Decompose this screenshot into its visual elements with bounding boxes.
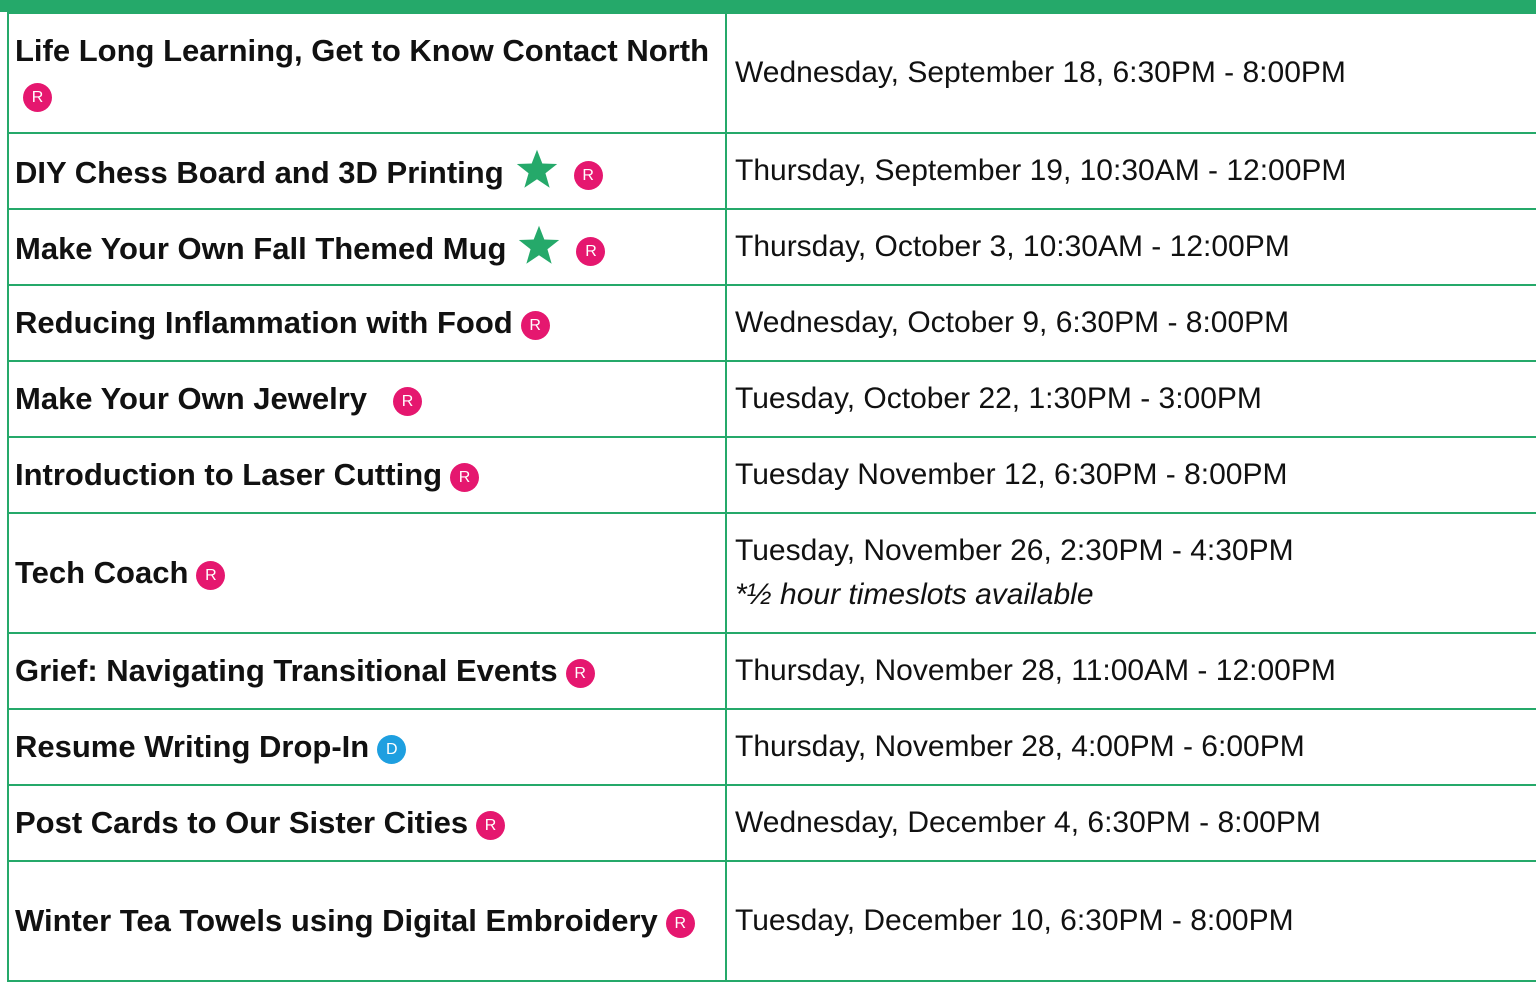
program-date-cell: Tuesday November 12, 6:30PM - 8:00PM — [725, 436, 1536, 514]
registration-badge: R — [393, 387, 423, 416]
program-title-cell: Post Cards to Our Sister Cities R — [7, 784, 727, 862]
program-date-cell: Tuesday, November 26, 2:30PM - 4:30PM *½ … — [725, 512, 1536, 634]
table-row: Reducing Inflammation with Food R Wednesd… — [7, 284, 1536, 362]
program-date-cell: Wednesday, September 18, 6:30PM - 8:00PM — [725, 12, 1536, 134]
registration-badge: R — [565, 659, 595, 688]
registration-badge: R — [573, 161, 603, 190]
registration-badge: R — [520, 311, 550, 340]
table-row: Resume Writing Drop-In D Thursday, Novemb… — [7, 708, 1536, 786]
program-title-cell: Make Your Own Fall Themed Mug R — [7, 208, 727, 286]
table-row: Post Cards to Our Sister Cities R Wednesd… — [7, 784, 1536, 862]
program-date: Tuesday, December 10, 6:30PM - 8:00PM — [735, 904, 1294, 937]
program-title-cell: Tech Coach R — [7, 512, 727, 634]
program-title-cell: Grief: Navigating Transitional Events R — [7, 632, 727, 710]
program-title-cell: Winter Tea Towels using Digital Embroide… — [7, 860, 727, 982]
program-date-cell: Thursday, October 3, 10:30AM - 12:00PM — [725, 208, 1536, 286]
program-date: Thursday, November 28, 11:00AM - 12:00PM — [735, 654, 1336, 687]
registration-badge: R — [665, 909, 695, 938]
table-row: DIY Chess Board and 3D Printing R Thursda… — [7, 132, 1536, 210]
program-date: Tuesday, November 26, 2:30PM - 4:30PM — [735, 534, 1294, 567]
header-bar — [0, 0, 1536, 12]
table-row: Introduction to Laser Cutting R Tuesday N… — [7, 436, 1536, 514]
program-date: Thursday, October 3, 10:30AM - 12:00PM — [735, 230, 1290, 263]
program-date-cell: Tuesday, October 22, 1:30PM - 3:00PM — [725, 360, 1536, 438]
program-title: Introduction to Laser Cutting — [15, 457, 443, 492]
program-date: Wednesday, September 18, 6:30PM - 8:00PM — [735, 56, 1346, 89]
program-title-cell: Make Your Own Jewelry R — [7, 360, 727, 438]
registration-badge: R — [450, 463, 480, 492]
program-title-cell: Life Long Learning, Get to Know Contact … — [7, 12, 727, 134]
star-icon — [519, 225, 560, 264]
program-title: Make Your Own Fall Themed Mug — [15, 231, 507, 266]
program-title-cell: Introduction to Laser Cutting R — [7, 436, 727, 514]
table-row: Tech Coach R Tuesday, November 26, 2:30PM… — [7, 512, 1536, 634]
timeslot-note: *½ hour timeslots available — [735, 578, 1094, 611]
program-date: Wednesday, October 9, 6:30PM - 8:00PM — [735, 306, 1290, 339]
program-title-cell: Resume Writing Drop-In D — [7, 708, 727, 786]
program-date: Thursday, November 28, 4:00PM - 6:00PM — [735, 730, 1305, 763]
program-schedule-table: Life Long Learning, Get to Know Contact … — [7, 12, 1536, 982]
program-date-cell: Wednesday, October 9, 6:30PM - 8:00PM — [725, 284, 1536, 362]
program-date-cell: Wednesday, December 4, 6:30PM - 8:00PM — [725, 784, 1536, 862]
program-date: Wednesday, December 4, 6:30PM - 8:00PM — [735, 806, 1321, 839]
program-title: Tech Coach — [15, 555, 189, 590]
program-title: Reducing Inflammation with Food — [15, 305, 513, 340]
program-title: Life Long Learning, Get to Know Contact … — [15, 33, 710, 68]
table-row: Life Long Learning, Get to Know Contact … — [7, 12, 1536, 134]
registration-badge: R — [196, 561, 226, 590]
program-date-cell: Tuesday, December 10, 6:30PM - 8:00PM — [725, 860, 1536, 982]
registration-badge: R — [576, 237, 606, 266]
star-icon — [516, 149, 557, 188]
program-title: Post Cards to Our Sister Cities — [15, 805, 469, 840]
program-title-cell: DIY Chess Board and 3D Printing R — [7, 132, 727, 210]
program-title: Grief: Navigating Transitional Events — [15, 653, 558, 688]
program-date-cell: Thursday, September 19, 10:30AM - 12:00P… — [725, 132, 1536, 210]
program-date-cell: Thursday, November 28, 11:00AM - 12:00PM — [725, 632, 1536, 710]
program-date: Tuesday November 12, 6:30PM - 8:00PM — [735, 458, 1288, 491]
program-title: DIY Chess Board and 3D Printing — [15, 155, 504, 190]
registration-badge: R — [23, 83, 52, 112]
program-date-cell: Thursday, November 28, 4:00PM - 6:00PM — [725, 708, 1536, 786]
registration-badge: R — [476, 811, 506, 840]
table-row: Make Your Own Fall Themed Mug R Thursday,… — [7, 208, 1536, 286]
table-row: Grief: Navigating Transitional Events R T… — [7, 632, 1536, 710]
program-title: Resume Writing Drop-In — [15, 729, 370, 764]
table-row: Make Your Own Jewelry R Tuesday, October … — [7, 360, 1536, 438]
program-date: Thursday, September 19, 10:30AM - 12:00P… — [735, 154, 1347, 187]
table-row: Winter Tea Towels using Digital Embroide… — [7, 860, 1536, 982]
program-title-cell: Reducing Inflammation with Food R — [7, 284, 727, 362]
program-title: Winter Tea Towels using Digital Embroide… — [15, 903, 658, 938]
program-title: Make Your Own Jewelry — [15, 381, 368, 416]
drop-in-badge: D — [377, 735, 407, 764]
program-date: Tuesday, October 22, 1:30PM - 3:00PM — [735, 382, 1262, 415]
